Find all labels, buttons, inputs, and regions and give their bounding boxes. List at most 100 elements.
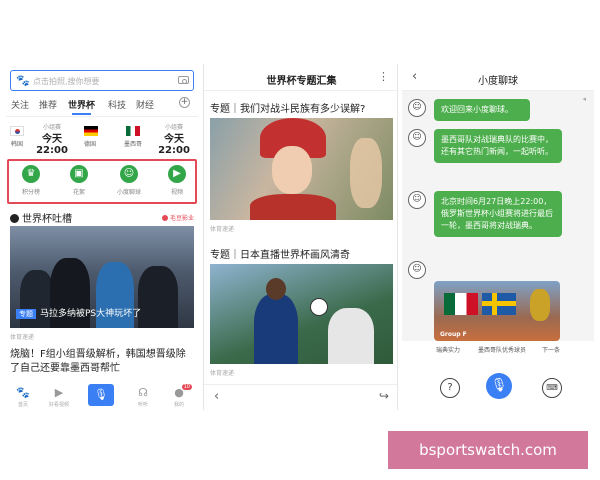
- nav-home[interactable]: 🐾 首页: [8, 386, 38, 408]
- topics-screen: 世界杯专题汇集 ⋮ 专题｜我们对战斗民族有多少误解? 体育速递 专题｜日本直播世…: [203, 64, 398, 410]
- hero-text: 马拉多纳被PS大神玩坏了: [40, 309, 142, 319]
- article-source: 体育速递: [210, 226, 235, 233]
- chat-message: 欢迎回来小度聊球。: [434, 99, 530, 121]
- chat-screen: ‹ 小度聊球 ◂ ☺ 欢迎回来小度聊球。 ☺ 墨西哥队对战瑞典队的比赛中，还有其…: [402, 64, 594, 410]
- match-card-image[interactable]: Group F: [434, 281, 560, 341]
- add-tab-icon[interactable]: +: [179, 97, 190, 108]
- team-name: 韩国: [11, 141, 24, 148]
- watermark: bsportswatch.com: [388, 431, 588, 469]
- nav-label: 我的: [173, 402, 184, 408]
- player-figure: [254, 294, 298, 364]
- world-cup-logo-icon: [530, 289, 550, 321]
- divider: [6, 116, 198, 117]
- match-card[interactable]: 韩国 小组赛 今天22:00 德国: [6, 120, 102, 158]
- speaker-icon[interactable]: ◂: [582, 95, 586, 103]
- card-label: Group F: [440, 331, 467, 338]
- nav-listen[interactable]: ☊ 听听: [128, 386, 158, 408]
- tab-tech[interactable]: 科技: [108, 98, 126, 111]
- quick-access-video[interactable]: ▶ 视频: [159, 165, 195, 196]
- shoulders-shape: [250, 194, 336, 220]
- quick-access-chat[interactable]: ☺ 小度聊球: [111, 165, 147, 196]
- bot-avatar: ☺: [408, 129, 426, 147]
- tab-recommend[interactable]: 推荐: [39, 98, 57, 111]
- tab-finance[interactable]: 财经: [136, 98, 154, 111]
- article-image[interactable]: [210, 264, 393, 364]
- article-title[interactable]: 专题｜日本直播世界杯画风清奇: [210, 246, 350, 261]
- nav-video[interactable]: ▶ 好看视频: [44, 386, 74, 408]
- hero-image[interactable]: 专题 马拉多纳被PS大神玩坏了: [10, 226, 194, 328]
- tab-world-cup[interactable]: 世界杯: [68, 98, 95, 115]
- hero-caption: 专题 马拉多纳被PS大神玩坏了: [16, 301, 141, 320]
- chat-message: 墨西哥队对战瑞典队的比赛中，还有其它热门新闻，一起听听。: [434, 129, 562, 163]
- bot-avatar: ☺: [408, 191, 426, 209]
- back-icon[interactable]: ‹: [214, 389, 219, 404]
- chat-area: ◂ ☺ 欢迎回来小度聊球。 ☺ 墨西哥队对战瑞典队的比赛中，还有其它热门新闻，一…: [402, 91, 594, 341]
- bot-avatar: ☺: [408, 261, 426, 279]
- trophy-icon: ♛: [22, 165, 40, 183]
- quick-access-highlights[interactable]: ▣ 花絮: [61, 165, 97, 196]
- chat-message: 北京时间6月27日晚上22:00，俄罗斯世界杯小组赛将进行最后一轮，墨西哥将对战…: [434, 191, 562, 237]
- camera-icon[interactable]: [178, 76, 189, 84]
- image-icon: ▣: [70, 165, 88, 183]
- quick-access-highlight: ♛ 积分榜 ▣ 花絮 ☺ 小度聊球 ▶ 视频: [7, 159, 197, 204]
- article-image[interactable]: [210, 118, 393, 220]
- tab-follow[interactable]: 关注: [11, 98, 29, 111]
- nav-profile[interactable]: ● 我的 10: [164, 384, 194, 408]
- match-card[interactable]: 墨西哥 小组赛 今天22:00: [102, 120, 198, 158]
- suggestion-chip[interactable]: 墨西哥队优秀球员: [478, 345, 526, 354]
- category-tabs: 关注 推荐 世界杯 科技 财经 +: [6, 96, 198, 115]
- mic-icon: 🎙: [94, 388, 108, 401]
- topic-tag: 专题: [16, 309, 36, 319]
- face-shape: [272, 146, 312, 194]
- sweden-flag-icon: [482, 293, 516, 315]
- player-figure: [328, 308, 374, 364]
- article-title[interactable]: 专题｜我们对战斗民族有多少误解?: [210, 100, 365, 115]
- section-title: 世界杯吐槽: [10, 210, 72, 225]
- bot-avatar: ☺: [408, 99, 426, 117]
- play-icon: ▶: [54, 386, 64, 399]
- nav-label: 好看视频: [48, 402, 69, 408]
- page-title: 世界杯专题汇集: [266, 76, 337, 87]
- headphones-icon: ☊: [138, 386, 148, 399]
- match-time: 今天22:00: [158, 134, 190, 156]
- page-title: 小度聊球: [478, 76, 518, 87]
- mexico-flag-icon: [444, 293, 478, 315]
- search-bar[interactable]: 🐾 点击拍照,搜你想要: [10, 70, 194, 91]
- bottom-nav: 🐾 首页 ▶ 好看视频 🎙 ☊ 听听 ● 我的 10: [6, 382, 198, 410]
- quick-access-label: 花絮: [72, 189, 85, 196]
- notification-badge: 10: [181, 384, 192, 390]
- mic-icon: 🎙: [490, 378, 508, 393]
- football-icon: [310, 298, 328, 316]
- help-icon[interactable]: ?: [440, 378, 460, 398]
- search-placeholder: 点击拍照,搜你想要: [33, 77, 100, 86]
- match-time: 今天22:00: [36, 134, 68, 156]
- quick-access-label: 积分榜: [21, 189, 40, 196]
- chat-input-bar: ? 🎙 ⌨: [402, 364, 594, 410]
- quick-access-standings[interactable]: ♛ 积分榜: [13, 165, 49, 196]
- bottom-toolbar: ‹ ↪: [204, 384, 397, 410]
- share-icon[interactable]: ↪: [379, 389, 389, 403]
- keyboard-icon[interactable]: ⌨: [542, 378, 562, 398]
- team-name: 德国: [84, 141, 97, 148]
- football-icon: [10, 214, 19, 223]
- suggestion-chip[interactable]: 下一条: [542, 345, 560, 354]
- voice-search-button[interactable]: 🎙: [88, 384, 114, 406]
- korea-flag-icon: [10, 126, 24, 136]
- more-icon[interactable]: ⋮: [378, 70, 389, 83]
- quick-access-label: 视频: [170, 189, 183, 196]
- chat-icon: ☺: [120, 165, 138, 183]
- mexico-flag-icon: [126, 126, 140, 136]
- team-name: 墨西哥: [124, 141, 143, 148]
- suggestion-chip[interactable]: 瑞典实力: [436, 345, 460, 354]
- mic-button[interactable]: 🎙: [486, 373, 512, 399]
- nav-label: 听听: [137, 402, 148, 408]
- player-head: [266, 278, 286, 300]
- section-brand: 毛豆影业: [162, 213, 194, 222]
- section-title-text: 世界杯吐槽: [22, 214, 72, 225]
- figure-silhouette: [138, 266, 178, 328]
- paw-icon: 🐾: [16, 74, 30, 87]
- paw-icon: 🐾: [16, 386, 30, 399]
- news-headline[interactable]: 烧脑！F组小组晋级解析，韩国想晋级除了自己还要靠墨西哥帮忙: [10, 348, 194, 376]
- baidu-home-screen: 🐾 点击拍照,搜你想要 关注 推荐 世界杯 科技 财经 + 韩国 小组赛 今天2…: [6, 64, 198, 410]
- video-icon: ▶: [168, 165, 186, 183]
